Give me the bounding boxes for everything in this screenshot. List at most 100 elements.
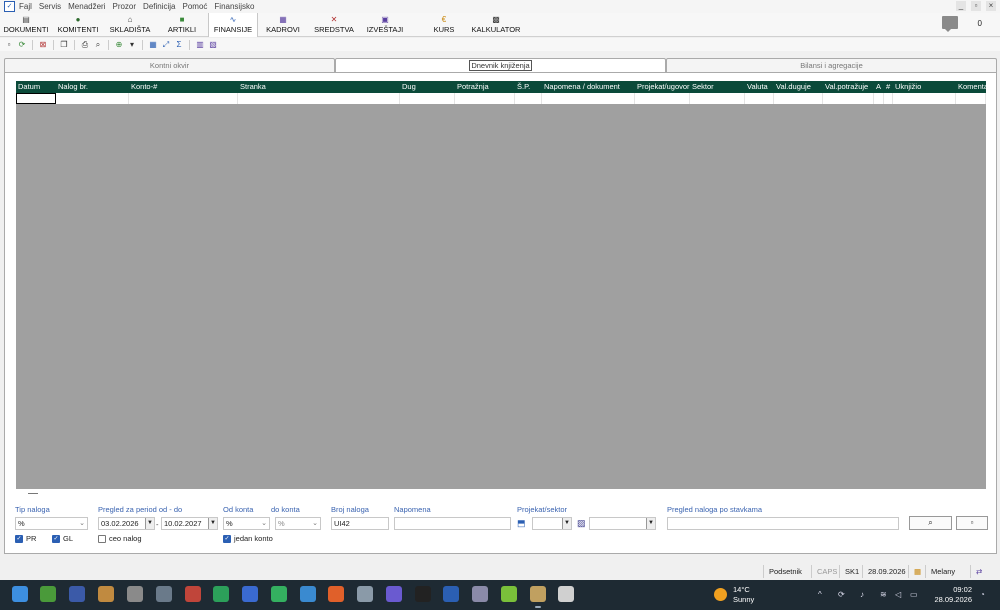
chevron-down-icon[interactable]: ▾	[127, 40, 137, 50]
col-hash[interactable]: #	[884, 81, 893, 93]
battery-icon[interactable]: ▭	[910, 590, 918, 599]
tab-kontni-okvir[interactable]: Kontni okvir	[4, 58, 335, 72]
grid-cell[interactable]	[690, 93, 745, 104]
module-izvestaji[interactable]: ▣ IZVEŠTAJI	[360, 13, 410, 37]
microphone-icon[interactable]: ♪	[860, 590, 864, 599]
menu-fajl[interactable]: Fajl	[19, 2, 32, 11]
taskbar-app-icon[interactable]	[98, 586, 114, 602]
windows-start-icon[interactable]	[12, 586, 28, 602]
col-stranka[interactable]: Stranka	[238, 81, 400, 93]
close-button[interactable]: ×	[986, 1, 996, 11]
active-app-icon[interactable]	[530, 586, 546, 602]
grid-cell[interactable]	[893, 93, 956, 104]
taskbar-app-icon[interactable]	[185, 586, 201, 602]
col-datum[interactable]: Datum	[16, 81, 56, 93]
tools-app-icon[interactable]	[357, 586, 373, 602]
search-button[interactable]: ⌕	[909, 516, 952, 530]
grid-cell[interactable]	[515, 93, 542, 104]
sektor-select[interactable]: ▼	[589, 517, 656, 530]
taskbar-app-icon[interactable]	[300, 586, 316, 602]
wifi-icon[interactable]: ≋	[880, 590, 887, 599]
restore-button[interactable]: ▫	[971, 1, 981, 11]
columns-icon[interactable]: ▥	[195, 40, 205, 50]
taskbar-app-icon[interactable]	[242, 586, 258, 602]
taskbar-app-icon[interactable]	[415, 586, 431, 602]
notification-bell-icon[interactable]: ◔	[980, 590, 985, 599]
volume-icon[interactable]: ◁	[895, 590, 901, 599]
sun-icon[interactable]	[714, 588, 727, 601]
firefox-icon[interactable]	[328, 586, 344, 602]
podsetnik-button[interactable]: Podsetnik	[763, 565, 807, 578]
col-potraznja[interactable]: Potražnja	[455, 81, 515, 93]
grid-cell[interactable]	[956, 93, 986, 104]
grid-cell[interactable]	[745, 93, 774, 104]
filter-icon[interactable]: ▧	[208, 40, 218, 50]
module-dokumenti[interactable]: ▤ DOKUMENTI	[0, 13, 52, 37]
do-konta-select[interactable]: % ⌄	[275, 517, 321, 530]
grid-cell[interactable]	[455, 93, 515, 104]
napomena-input[interactable]	[394, 517, 511, 530]
chevron-up-icon[interactable]: ^	[818, 590, 822, 599]
module-sredstva[interactable]: ✕ SREDSTVA	[308, 13, 360, 37]
dropdown-arrow-icon[interactable]: ▼	[562, 518, 571, 529]
taskbar-app-icon[interactable]	[69, 586, 85, 602]
module-skladista[interactable]: ⌂ SKLADIŠTA	[104, 13, 156, 37]
col-napomena[interactable]: Napomena / dokument	[542, 81, 635, 93]
tip-naloga-select[interactable]: % ⌄	[15, 517, 88, 530]
grid-cell[interactable]	[884, 93, 893, 104]
module-artikli[interactable]: ■ ARTIKLI	[156, 13, 208, 37]
menu-prozor[interactable]: Prozor	[112, 2, 136, 11]
col-projekat[interactable]: Projekat/ugovor	[635, 81, 690, 93]
col-uknjizio[interactable]: Uknjižio	[893, 81, 956, 93]
menu-finansijsko[interactable]: Finansijsko	[214, 2, 254, 11]
weather-widget[interactable]: 14°C Sunny	[733, 585, 754, 605]
new-icon[interactable]: ▫	[4, 40, 14, 50]
calendar-dropdown-icon[interactable]: ▼	[208, 518, 217, 529]
print-icon[interactable]: ⎙	[80, 40, 90, 50]
module-komitenti[interactable]: ● KOMITENTI	[52, 13, 104, 37]
grid-cell[interactable]	[56, 93, 129, 104]
journal-grid[interactable]: Datum Nalog br. Konto-# Stranka Dug Potr…	[16, 81, 986, 489]
module-kalkulator[interactable]: ▩ KALKULATOR	[468, 13, 524, 37]
tab-dnevnik-knjizenja[interactable]: Dnevnik knjiženja	[335, 58, 666, 72]
pr-checkbox[interactable]: ✓ PR	[15, 534, 36, 543]
tab-bilansi-agregacije[interactable]: Bilansi i agregacije	[666, 58, 997, 72]
taskbar-app-icon[interactable]	[127, 586, 143, 602]
copy-icon[interactable]: ❐	[59, 40, 69, 50]
date-to-field[interactable]: 10.02.2027 ▼	[161, 517, 218, 530]
pregled-naloga-input[interactable]	[667, 517, 899, 530]
menu-servis[interactable]: Servis	[39, 2, 61, 11]
calendar-dropdown-icon[interactable]: ▼	[145, 518, 154, 529]
grid-cell[interactable]	[238, 93, 400, 104]
grid-cell[interactable]	[874, 93, 884, 104]
chat-app-icon[interactable]	[271, 586, 287, 602]
delete-icon[interactable]: ⊠	[38, 40, 48, 50]
teams-icon[interactable]	[386, 586, 402, 602]
horizontal-scrollbar[interactable]	[16, 489, 986, 497]
menu-pomoc[interactable]: Pomoć	[183, 2, 208, 11]
ceo-nalog-checkbox[interactable]: ceo nalog	[98, 534, 142, 543]
scroll-thumb[interactable]	[28, 493, 38, 494]
col-val-potrazuje[interactable]: Val.potražuje	[823, 81, 874, 93]
grid-icon[interactable]: ▦	[148, 40, 158, 50]
grid-cell[interactable]	[823, 93, 874, 104]
minimize-button[interactable]: _	[956, 1, 966, 11]
grid-cell-selected[interactable]	[16, 93, 56, 104]
calendar-icon[interactable]: ▦	[908, 565, 924, 578]
module-kadrovi[interactable]: ▦ KADROVI	[258, 13, 308, 37]
refresh-icon[interactable]: ⟳	[17, 40, 27, 50]
col-komentar[interactable]: Komentar	[956, 81, 986, 93]
grid-cell[interactable]	[774, 93, 823, 104]
grid-cell[interactable]	[542, 93, 635, 104]
grid-cell[interactable]	[129, 93, 238, 104]
col-valuta[interactable]: Valuta	[745, 81, 774, 93]
taskbar-app-icon[interactable]	[501, 586, 517, 602]
sum-icon[interactable]: Σ	[174, 40, 184, 50]
grid-cell[interactable]	[400, 93, 455, 104]
dropdown-arrow-icon[interactable]: ▼	[646, 518, 655, 529]
projekat-select[interactable]: ▼	[532, 517, 572, 530]
new-document-button[interactable]: ▫	[956, 516, 988, 530]
module-finansije[interactable]: ∿ FINANSIJE	[208, 13, 258, 37]
preview-icon[interactable]: ⌕	[93, 40, 103, 50]
module-kurs[interactable]: € KURS	[420, 13, 468, 37]
